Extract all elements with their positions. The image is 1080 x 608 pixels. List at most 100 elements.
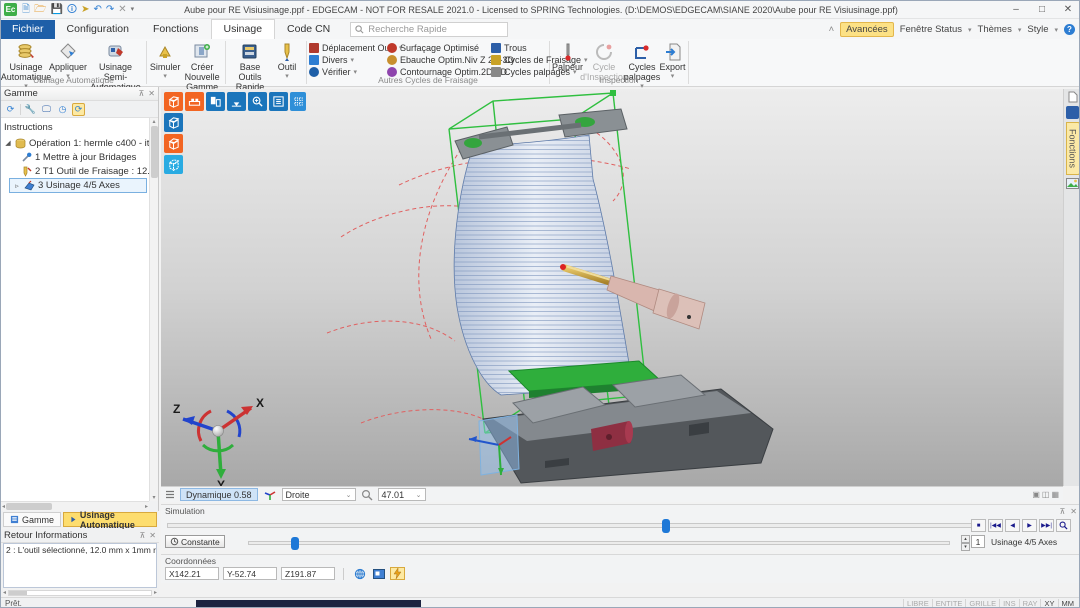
skip-end-button[interactable]: ▶▶| (1039, 519, 1054, 532)
tree-item-bridages[interactable]: 1 Mettre à jour Bridages (1, 150, 149, 164)
new-document-icon[interactable]: 🗎 (22, 5, 30, 15)
badge-xy[interactable]: XY (1040, 599, 1057, 608)
tab-usinage[interactable]: Usinage (211, 19, 276, 39)
open-folder-icon[interactable]: 🗁 (34, 5, 46, 15)
x-coordinate-field[interactable]: X142.21 (165, 567, 219, 580)
trous-button[interactable]: Trous (491, 42, 551, 53)
iteration-field[interactable]: 1 (971, 535, 985, 548)
help-icon[interactable]: ? (1064, 24, 1075, 35)
tab-usinage-automatique[interactable]: Usinage Automatique (63, 512, 157, 527)
y-coordinate-field[interactable]: Y-52.74 (223, 567, 277, 580)
scroll-up-icon[interactable]: ▴ (152, 118, 155, 125)
tree-item-outil[interactable]: 2 T1 Outil de Fraisage : 12.0 MM DIA X .… (1, 164, 149, 178)
panel-icon[interactable] (1066, 106, 1079, 119)
avancees-toggle[interactable]: Avancées (840, 22, 894, 37)
close-panel-icon[interactable]: ✕ (1070, 507, 1077, 516)
time-icon[interactable]: ◷ (56, 103, 69, 116)
qat-more-icon[interactable]: ▾ (131, 5, 135, 15)
undo-icon[interactable]: ↶ (94, 5, 102, 15)
expander-icon[interactable]: ▹ (13, 182, 21, 190)
refresh-icon[interactable]: ⟳ (4, 103, 17, 116)
delete-icon[interactable]: ✕ (118, 5, 126, 15)
play-button[interactable]: ▶ (1022, 519, 1037, 532)
spin-up-icon[interactable]: ▴ (961, 535, 970, 543)
style-menu[interactable]: Style (1027, 24, 1048, 35)
badge-entite[interactable]: ENTITE (932, 599, 966, 608)
base-outils-rapide-button[interactable]: Base Outils Rapide (228, 40, 272, 93)
step-back-button[interactable]: ◀ (1005, 519, 1020, 532)
outil-button[interactable]: Outil▾ (272, 40, 302, 81)
pin-icon[interactable]: ⊼ (1059, 507, 1065, 516)
grid-snap-icon[interactable] (290, 92, 306, 111)
quick-search-input[interactable]: Recherche Rapide (350, 22, 508, 37)
pin-icon[interactable]: ⊼ (139, 531, 145, 540)
badge-libre[interactable]: LIBRE (903, 599, 932, 608)
themes-menu[interactable]: Thèmes (978, 24, 1012, 35)
simuler-button[interactable]: Simuler▾ (149, 40, 181, 81)
feedback-horizontal-scrollbar[interactable]: ◂ ▸ (3, 588, 157, 597)
badge-ins[interactable]: INS (999, 599, 1019, 608)
ebauche-optim-button[interactable]: Ebauche Optim.Niv Z 2D-3D (387, 54, 491, 65)
speed-slider-thumb[interactable] (291, 537, 299, 550)
simulation-speed-slider[interactable] (248, 541, 950, 545)
sync-icon[interactable]: ⟳ (72, 103, 85, 116)
badge-grille[interactable]: GRILLE (965, 599, 999, 608)
toolpath-display-icon[interactable] (227, 92, 246, 111)
redo-icon[interactable]: ↷ (106, 5, 114, 15)
graphics-viewport[interactable]: Z X Y (161, 89, 1063, 486)
collapse-ribbon-icon[interactable]: ˄ (829, 24, 835, 35)
layout-split-icon[interactable]: ◫ (1042, 490, 1050, 499)
scroll-thumb[interactable] (151, 126, 158, 178)
scroll-left-icon[interactable]: ◂ (3, 589, 6, 596)
image-panel-icon[interactable] (1066, 178, 1079, 189)
scroll-left-icon[interactable]: ◂ (2, 503, 5, 510)
scroll-right-icon[interactable]: ▸ (154, 589, 157, 596)
tab-fichier[interactable]: Fichier (1, 20, 55, 39)
list-display-icon[interactable] (269, 92, 288, 111)
stock-view-icon[interactable] (164, 134, 183, 153)
badge-mm[interactable]: MM (1058, 599, 1078, 608)
cycles-fraisage-button[interactable]: Cycles de Fraisage▾ (491, 54, 551, 65)
analyze-button[interactable] (1056, 519, 1071, 532)
info-icon[interactable]: 🛈 (67, 5, 77, 15)
tab-code-cn[interactable]: Code CN (275, 20, 342, 39)
deplacement-outil-button[interactable]: Déplacement Outil▾ (309, 42, 387, 53)
close-button[interactable]: ✕ (1055, 1, 1080, 18)
machine-display-icon[interactable] (206, 92, 225, 111)
solid-view-icon[interactable] (164, 113, 183, 132)
tools-icon[interactable]: 🔧 (24, 103, 37, 116)
simulation-progress-slider[interactable] (167, 523, 979, 528)
zoom-in-icon[interactable] (248, 92, 267, 111)
surfacage-optimise-button[interactable]: Surfaçage Optimisé (387, 42, 491, 53)
badge-ray[interactable]: RAY (1019, 599, 1041, 608)
save-icon[interactable]: 💾 (50, 5, 62, 15)
z-coordinate-field[interactable]: Z191.87 (281, 567, 335, 580)
tree-item-operation[interactable]: ◢ Opération 1: hermle c400 - itnc530.mcp… (1, 136, 149, 150)
expander-icon[interactable]: ◢ (4, 139, 12, 147)
close-panel-icon[interactable]: ✕ (148, 89, 155, 98)
palpeur-button[interactable]: Palpeur (552, 40, 583, 73)
stock-display-icon[interactable] (164, 92, 183, 111)
pin-icon[interactable]: ⊼ (138, 89, 144, 98)
fenetre-status-toggle[interactable]: Fenêtre Status (900, 24, 962, 35)
world-cs-icon[interactable] (352, 567, 367, 580)
tree-root[interactable]: Instructions (1, 120, 149, 134)
skip-start-button[interactable]: |◀◀ (988, 519, 1003, 532)
scroll-thumb[interactable] (6, 503, 52, 510)
layout-single-icon[interactable]: ▣ (1032, 490, 1040, 499)
fonctions-side-tab[interactable]: Fonctions (1066, 122, 1080, 175)
menu-icon[interactable] (165, 490, 175, 499)
close-panel-icon[interactable]: ✕ (149, 531, 156, 540)
tree-item-usinage-45-axes[interactable]: ▹ 3 Usinage 4/5 Axes (9, 178, 147, 193)
tab-fonctions[interactable]: Fonctions (141, 20, 211, 39)
view-orientation-select[interactable]: Droite⌄ (282, 488, 356, 501)
maximize-button[interactable]: □ (1029, 1, 1055, 18)
zoom-level-select[interactable]: 47.01⌄ (378, 488, 426, 501)
constante-button[interactable]: Constante (165, 535, 225, 548)
gamme-vertical-scrollbar[interactable]: ▴ ▾ (149, 118, 158, 501)
progress-slider-thumb[interactable] (662, 519, 670, 533)
layout-grid-icon[interactable]: ▦ (1051, 490, 1059, 499)
fixture-display-icon[interactable] (185, 92, 204, 111)
tab-configuration[interactable]: Configuration (55, 20, 141, 39)
dynamique-indicator[interactable]: Dynamique 0.58 (180, 488, 258, 501)
